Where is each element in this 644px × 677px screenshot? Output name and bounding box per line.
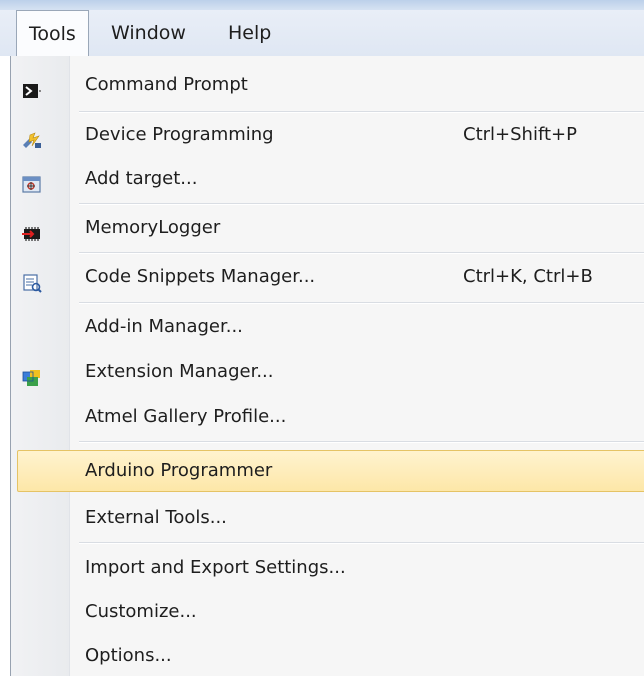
menu-separator — [79, 111, 644, 113]
menu-item-label: Customize... — [85, 601, 197, 622]
menu-item-options[interactable]: Options... — [11, 635, 644, 677]
device-programming-icon — [21, 125, 43, 148]
menu-item-label: Code Snippets Manager... — [85, 266, 316, 287]
menu-item-add-in-manager[interactable]: Add-in Manager... — [11, 306, 644, 348]
menu-item-external-tools[interactable]: External Tools... — [11, 497, 644, 539]
menu-item-label: Add-in Manager... — [85, 316, 243, 337]
menu-item-label: Device Programming — [85, 124, 274, 145]
menu-item-label: Import and Export Settings... — [85, 557, 346, 578]
window-top-strip — [0, 0, 644, 10]
menu-item-import-export-settings[interactable]: Import and Export Settings... — [11, 547, 644, 589]
menu-window[interactable]: Window — [99, 10, 198, 56]
menu-item-command-prompt[interactable]: Command Prompt — [11, 64, 644, 106]
menu-item-arduino-programmer[interactable]: Arduino Programmer — [17, 450, 644, 492]
tools-dropdown-menu: Command Prompt Device Programming Ctrl+S… — [10, 56, 644, 676]
menu-item-label: Extension Manager... — [85, 361, 274, 382]
menu-separator — [79, 441, 644, 443]
menu-item-shortcut: Ctrl+Shift+P — [463, 124, 577, 145]
menu-separator — [79, 252, 644, 254]
menu-bar: Tools Window Help — [0, 10, 644, 57]
menu-item-label: Add target... — [85, 168, 198, 189]
menu-item-label: Options... — [85, 645, 172, 666]
menu-item-atmel-gallery-profile[interactable]: Atmel Gallery Profile... — [11, 396, 644, 438]
add-target-icon — [21, 169, 43, 193]
code-snippets-icon — [21, 267, 43, 293]
menu-item-label: MemoryLogger — [85, 217, 221, 238]
menu-item-label: Arduino Programmer — [85, 460, 273, 481]
menu-item-device-programming[interactable]: Device Programming Ctrl+Shift+P — [11, 114, 644, 156]
menu-separator — [79, 203, 644, 205]
menu-separator — [79, 542, 644, 544]
menu-help[interactable]: Help — [216, 10, 283, 56]
command-prompt-icon — [21, 75, 43, 98]
menu-item-label: Atmel Gallery Profile... — [85, 406, 287, 427]
menu-item-add-target[interactable]: Add target... — [11, 158, 644, 200]
menu-item-memory-logger[interactable]: MemoryLogger — [11, 207, 644, 249]
menu-item-label: Command Prompt — [85, 74, 248, 95]
extension-manager-icon — [21, 362, 43, 386]
menu-item-customize[interactable]: Customize... — [11, 591, 644, 633]
memory-logger-icon — [21, 218, 43, 241]
menu-separator — [79, 302, 644, 304]
menu-item-shortcut: Ctrl+K, Ctrl+B — [463, 266, 593, 287]
menu-item-label: External Tools... — [85, 507, 227, 528]
menu-tools[interactable]: Tools — [16, 10, 89, 57]
menu-item-extension-manager[interactable]: Extension Manager... — [11, 351, 644, 393]
menu-item-code-snippets-manager[interactable]: Code Snippets Manager... Ctrl+K, Ctrl+B — [11, 256, 644, 298]
